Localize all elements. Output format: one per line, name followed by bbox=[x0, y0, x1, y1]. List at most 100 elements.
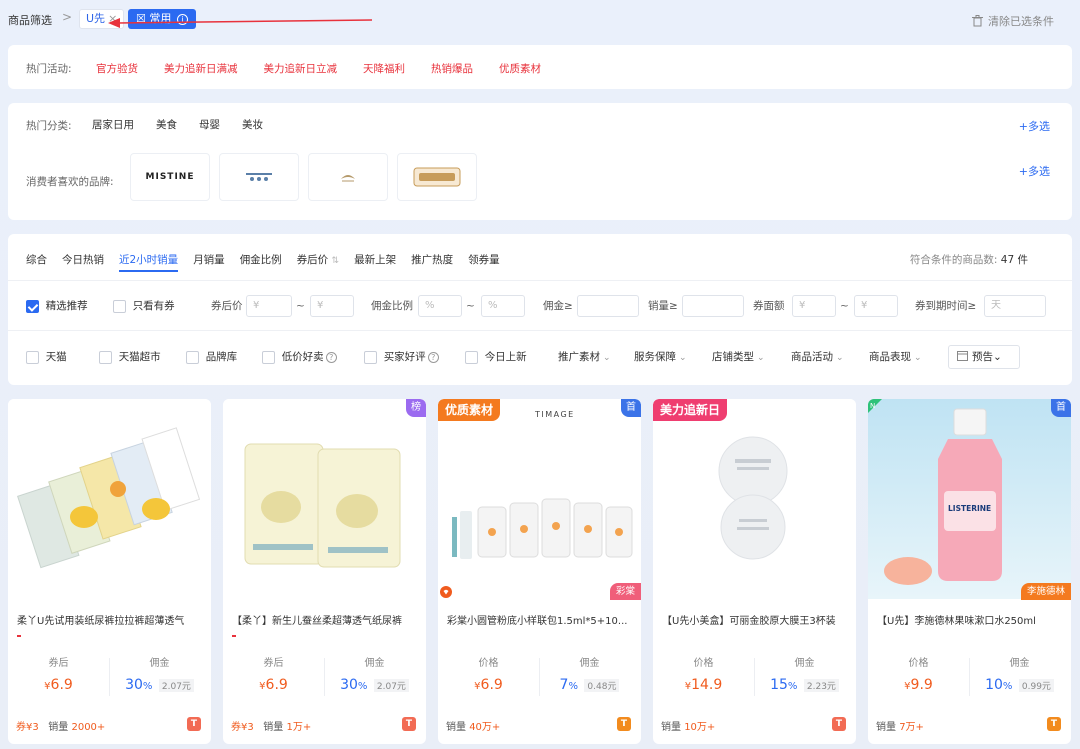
price-min-input[interactable]: ¥ bbox=[246, 295, 292, 317]
brand-item[interactable] bbox=[397, 153, 477, 201]
product-image[interactable] bbox=[8, 399, 211, 599]
dropdown-label: 店铺类型 bbox=[712, 351, 754, 363]
sort-tab[interactable]: 领券量 bbox=[468, 252, 500, 272]
hot-activity-link[interactable]: 美力追新日满减 bbox=[164, 61, 238, 76]
product-card[interactable]: LISTERINE N 首 李施德林 【U先】李施德林果味漱口水250ml 价格… bbox=[868, 399, 1071, 744]
sort-tab[interactable]: 佣金比例 bbox=[240, 252, 282, 272]
price-label: 券后 bbox=[263, 658, 284, 669]
product-title[interactable]: 【U先小美盒】可丽金胶原大膜王3杯装 bbox=[662, 612, 848, 627]
category-list: 居家日用 美食 母婴 美妆 bbox=[92, 117, 263, 132]
product-image[interactable] bbox=[653, 399, 856, 599]
price-value: ¥6.9 bbox=[8, 677, 109, 693]
commission-min-input[interactable] bbox=[577, 295, 639, 317]
commission-rate-max-input[interactable]: % bbox=[481, 295, 525, 317]
price-label: 价格 bbox=[478, 658, 499, 669]
forecast-label: 预告 bbox=[972, 351, 993, 363]
buyer-review-checkbox[interactable]: 买家好评? bbox=[364, 345, 439, 369]
promo-material-dropdown[interactable]: 推广素材 ⌄ bbox=[558, 345, 611, 370]
percent-symbol: % bbox=[357, 681, 368, 692]
product-title[interactable]: 【柔丫】新生儿蚕丝柔超薄透气纸尿裤 bbox=[232, 612, 418, 627]
product-title[interactable]: 彩棠小圆管粉底小样联包1.5ml*5+10... bbox=[447, 612, 633, 627]
coupon-expire-input[interactable]: 天 bbox=[984, 295, 1046, 317]
commission-rate-label: 佣金比例 bbox=[371, 300, 413, 312]
categories-multi-select-button[interactable]: +多选 bbox=[1019, 118, 1050, 134]
clear-filters-button[interactable]: 清除已选条件 bbox=[972, 13, 1054, 29]
sort-toggle-icon: ⇅ bbox=[331, 256, 340, 266]
commission-label: 佣金≥ bbox=[543, 300, 573, 312]
price-col: 价格 ¥14.9 bbox=[653, 654, 754, 693]
hot-activity-link[interactable]: 优质素材 bbox=[499, 61, 541, 76]
sort-tab[interactable]: 最新上架 bbox=[354, 252, 396, 272]
hot-activity-link[interactable]: 官方验货 bbox=[96, 61, 138, 76]
chevron-down-icon: ⌄ bbox=[914, 353, 922, 363]
brands-multi-select-button[interactable]: +多选 bbox=[1019, 163, 1050, 179]
price-label: 价格 bbox=[693, 658, 714, 669]
brand-library-checkbox[interactable]: 品牌库 bbox=[186, 345, 237, 369]
hot-activity-link[interactable]: 天降福利 bbox=[363, 61, 405, 76]
checkbox-icon bbox=[262, 350, 275, 364]
product-image[interactable]: TIMAGE bbox=[438, 399, 641, 599]
product-title[interactable]: 柔丫U先试用装纸尿裤拉拉裤超薄透气 bbox=[17, 612, 203, 627]
filter-row-inputs: 精选推荐 只看有券 券后价 ¥ ~ ¥ 佣金比例 % ~ % 佣金≥ 销量≥ 券… bbox=[26, 295, 1066, 317]
range-separator: ~ bbox=[466, 300, 475, 312]
hot-activity-link[interactable]: 美力追新日立减 bbox=[264, 61, 338, 76]
brand-item[interactable] bbox=[308, 153, 388, 201]
product-image[interactable]: LISTERINE N bbox=[868, 399, 1071, 599]
coupon-expire-label: 券到期时间≥ bbox=[915, 300, 977, 312]
price-number: 9.9 bbox=[910, 677, 933, 693]
new-today-checkbox[interactable]: 今日上新 bbox=[465, 345, 527, 369]
product-card[interactable]: 榜 【柔丫】新生儿蚕丝柔超薄透气纸尿裤 券后 ¥6.9 佣金 30% 2.07元 券… bbox=[223, 399, 426, 744]
product-title[interactable]: 【U先】李施德林果味漱口水250ml bbox=[877, 612, 1063, 627]
product-image[interactable] bbox=[223, 399, 426, 599]
sort-tab[interactable]: 月销量 bbox=[193, 252, 225, 272]
price-block: 价格 ¥6.9 佣金 7% 0.48元 bbox=[438, 654, 641, 704]
tmall-checkbox[interactable]: 天猫 bbox=[26, 345, 67, 369]
brands-label: 消费者喜欢的品牌: bbox=[26, 176, 114, 188]
category-item[interactable]: 美妆 bbox=[242, 117, 263, 132]
price-label: 券后 bbox=[48, 658, 69, 669]
featured-checkbox[interactable]: 精选推荐 bbox=[26, 295, 88, 317]
sort-tab[interactable]: 今日热销 bbox=[62, 252, 104, 272]
sales-value: 7万+ bbox=[899, 722, 924, 733]
coupon-value-min-input[interactable]: ¥ bbox=[792, 295, 836, 317]
commission-rate: 10 bbox=[985, 677, 1003, 693]
breadcrumb[interactable]: 商品筛选 bbox=[8, 12, 52, 28]
shop-type-dropdown[interactable]: 店铺类型 ⌄ bbox=[712, 345, 765, 370]
service-guarantee-dropdown[interactable]: 服务保障 ⌄ bbox=[634, 345, 687, 370]
commission-col: 佣金 30% 2.07元 bbox=[109, 654, 210, 693]
product-performance-dropdown[interactable]: 商品表现 ⌄ bbox=[869, 345, 922, 370]
product-card[interactable]: 柔丫U先试用装纸尿裤拉拉裤超薄透气 券后 ¥6.9 佣金 30% 2.07元 券¥3… bbox=[8, 399, 211, 744]
sort-tab-active[interactable]: 近2小时销量 bbox=[119, 252, 179, 272]
product-activity-dropdown[interactable]: 商品活动 ⌄ bbox=[791, 345, 844, 370]
commission-rate-min-input[interactable]: % bbox=[418, 295, 462, 317]
brand-badge: 李施德林 bbox=[1020, 583, 1071, 600]
product-card[interactable]: 美力追新日 【U先小美盒】可丽金胶原大膜王3杯装 价格 ¥14.9 佣金 15% 2… bbox=[653, 399, 856, 744]
hot-activity-link[interactable]: 热销爆品 bbox=[431, 61, 473, 76]
tmall-label: 天猫 bbox=[45, 351, 67, 363]
coupon-value-max-input[interactable]: ¥ bbox=[854, 295, 898, 317]
low-price-checkbox[interactable]: 低价好卖? bbox=[262, 345, 337, 369]
tmall-supermarket-checkbox[interactable]: 天猫超市 bbox=[99, 345, 161, 369]
sales-min-input[interactable] bbox=[682, 295, 744, 317]
sort-tab[interactable]: 推广热度 bbox=[411, 252, 453, 272]
brand-logo-icon bbox=[246, 173, 272, 181]
tmall-shop-icon: T bbox=[187, 717, 201, 731]
card-footer: 销量 10万+ bbox=[661, 718, 715, 733]
sales-label: 销量 bbox=[661, 722, 681, 733]
category-item[interactable]: 美食 bbox=[156, 117, 177, 132]
sort-tab[interactable]: 综合 bbox=[26, 252, 47, 272]
price-block: 价格 ¥9.9 佣金 10% 0.99元 bbox=[868, 654, 1071, 704]
product-card[interactable]: TIMAGE 优质素材 首 彩棠 彩棠小圆管粉底小样联包1.5ml*5+10..… bbox=[438, 399, 641, 744]
checkbox-icon bbox=[99, 350, 112, 364]
commission-rate: 30 bbox=[125, 677, 143, 693]
category-item[interactable]: 母婴 bbox=[199, 117, 220, 132]
sort-tab-with-toggle[interactable]: 券后价 ⇅ bbox=[297, 252, 339, 272]
checkbox-icon bbox=[26, 350, 39, 364]
brand-item[interactable] bbox=[219, 153, 299, 201]
brand-item-mistine[interactable]: MISTINE bbox=[130, 153, 210, 201]
price-block: 价格 ¥14.9 佣金 15% 2.23元 bbox=[653, 654, 856, 704]
forecast-dropdown[interactable]: 预告⌄ bbox=[948, 345, 1020, 369]
category-item[interactable]: 居家日用 bbox=[92, 117, 134, 132]
coupon-only-checkbox[interactable]: 只看有券 bbox=[113, 295, 175, 317]
price-max-input[interactable]: ¥ bbox=[310, 295, 354, 317]
